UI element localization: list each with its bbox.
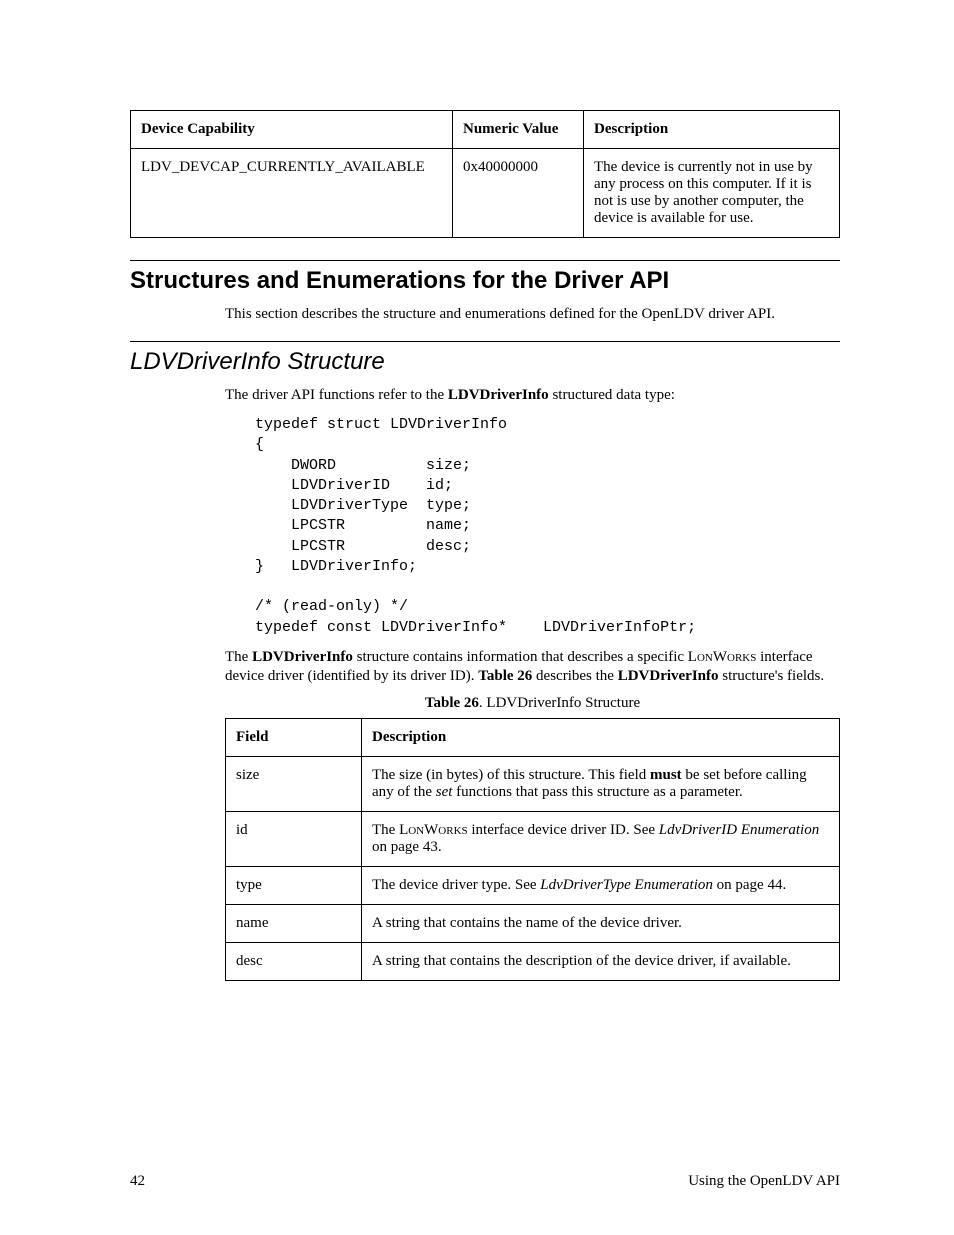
page-number: 42 <box>130 1173 145 1190</box>
cell-desc: The LonWorks interface device driver ID.… <box>362 811 840 866</box>
ldvdriverinfo-fields-table: Field Description size The size (in byte… <box>225 718 840 981</box>
section-heading-ldvdriverinfo: LDVDriverInfo Structure <box>130 348 840 376</box>
section-rule <box>130 341 840 342</box>
table-row: id The LonWorks interface device driver … <box>226 811 840 866</box>
cell-field: size <box>226 756 362 811</box>
device-capability-table: Device Capability Numeric Value Descript… <box>130 110 840 238</box>
cell-field: type <box>226 866 362 904</box>
cell-capability: LDV_DEVCAP_CURRENTLY_AVAILABLE <box>131 149 453 238</box>
cell-field: id <box>226 811 362 866</box>
cell-desc: A string that contains the description o… <box>362 942 840 980</box>
cell-desc: The size (in bytes) of this structure. T… <box>362 756 840 811</box>
table-row: desc A string that contains the descript… <box>226 942 840 980</box>
cell-desc: The device is currently not in use by an… <box>584 149 840 238</box>
section-heading-structures: Structures and Enumerations for the Driv… <box>130 267 840 295</box>
table-row: name A string that contains the name of … <box>226 904 840 942</box>
section1-para: This section describes the structure and… <box>225 305 840 325</box>
cell-field: desc <box>226 942 362 980</box>
footer-title: Using the OpenLDV API <box>688 1173 840 1190</box>
table-caption: Table 26. LDVDriverInfo Structure <box>225 695 840 712</box>
cell-desc: The device driver type. See LdvDriverTyp… <box>362 866 840 904</box>
cell-desc: A string that contains the name of the d… <box>362 904 840 942</box>
table-row: size The size (in bytes) of this structu… <box>226 756 840 811</box>
table-row: type The device driver type. See LdvDriv… <box>226 866 840 904</box>
cell-field: name <box>226 904 362 942</box>
code-block: typedef struct LDVDriverInfo { DWORD siz… <box>255 415 840 638</box>
col-header-desc: Description <box>584 111 840 149</box>
intro-para: The driver API functions refer to the LD… <box>225 386 840 406</box>
desc-para: The LDVDriverInfo structure contains inf… <box>225 648 840 687</box>
cell-value: 0x40000000 <box>453 149 584 238</box>
col-header-description: Description <box>362 718 840 756</box>
col-header-field: Field <box>226 718 362 756</box>
section-rule <box>130 260 840 261</box>
col-header-numeric: Numeric Value <box>453 111 584 149</box>
col-header-capability: Device Capability <box>131 111 453 149</box>
table-row: LDV_DEVCAP_CURRENTLY_AVAILABLE 0x4000000… <box>131 149 840 238</box>
